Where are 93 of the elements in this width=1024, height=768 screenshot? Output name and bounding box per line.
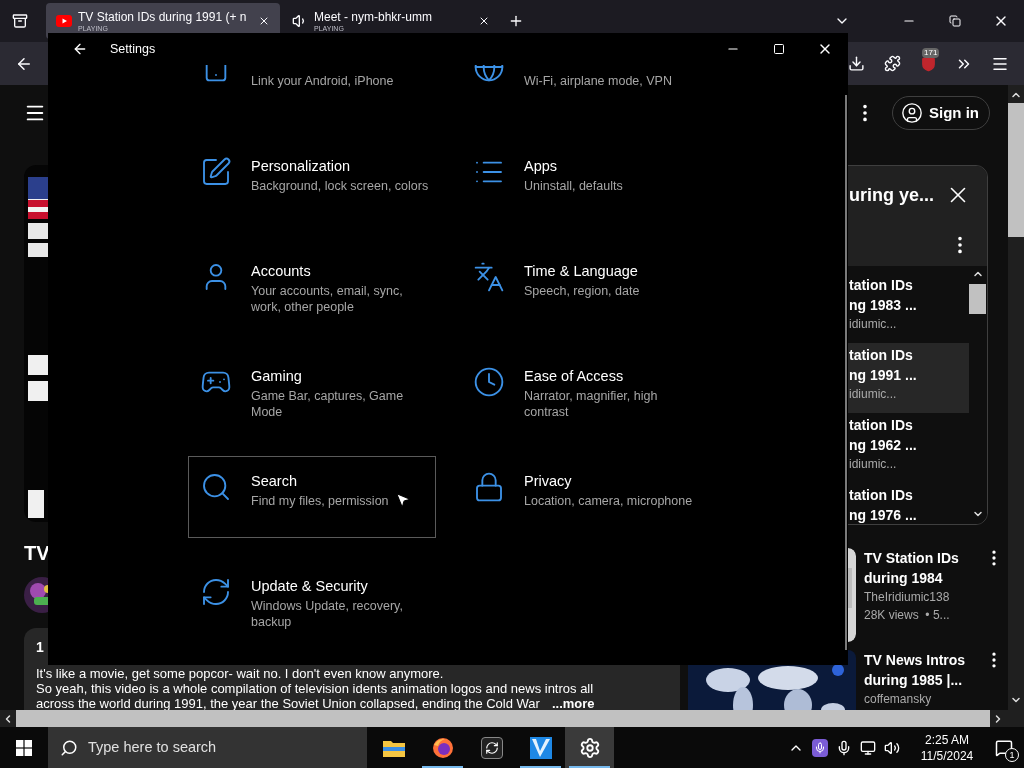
taskbar-search-field[interactable]: Type here to search [48, 727, 367, 768]
window-title: Settings [110, 40, 156, 58]
shield-icon [919, 55, 937, 72]
channel-name: idiumic... [849, 316, 898, 333]
category-description: Speech, region, date [524, 283, 640, 299]
channel-name: coffemansky [864, 691, 933, 708]
video-description: It's like a movie, get some popcor- wait no. I don't even know anymore. So yeah, this video is a whole compilation of television idents animation logos and news intros all across the world during 1991, the year the Soviet Union collapsed, ending the Cold War ...more [36, 666, 596, 710]
video-title: TV News Intros during 1985 |... [864, 651, 967, 690]
category-title: Time & Language [524, 262, 639, 281]
video-title: TV [24, 541, 51, 565]
settings-icon [578, 736, 601, 759]
channel-name: TheIridiumic138 [864, 589, 951, 606]
settings-category[interactable]: Time & Language Speech, region, date [461, 246, 709, 328]
clock-date: 11/5/2024 [920, 747, 974, 764]
item-title: tation IDs ng 1976 ... [849, 486, 918, 524]
category-description: Uninstall, defaults [524, 178, 623, 194]
settings-category[interactable]: Wi-Fi, airplane mode, VPN [461, 65, 709, 118]
sync-app-icon [480, 736, 503, 759]
tab-title: Meet - nym-bhkr-umm [314, 9, 433, 24]
category-title: Search [251, 472, 298, 491]
category-title: Apps [524, 157, 559, 176]
settings-category[interactable]: Apps Uninstall, defaults [461, 141, 709, 223]
category-description: Link your Android, iPhone [251, 73, 394, 89]
tab-list-icon [12, 13, 28, 29]
video-meta: 28K views • 5... [864, 607, 951, 624]
maximize-icon [773, 43, 785, 55]
folder-icon [382, 738, 405, 757]
settings-category[interactable]: Privacy Location, camera, microphone [461, 456, 709, 538]
lock-icon [473, 471, 505, 503]
category-description: Location, camera, microphone [524, 493, 693, 509]
channel-name: idiumic... [849, 386, 898, 403]
search-icon [200, 471, 232, 503]
refresh-icon [200, 576, 232, 608]
settings-category[interactable]: Personalization Background, lock screen, colors [188, 141, 436, 223]
category-title: Privacy [524, 472, 573, 491]
taskbar-app-button[interactable] [565, 727, 614, 768]
pen-icon [200, 156, 232, 188]
search-icon [60, 738, 78, 757]
view-count: 1 [36, 638, 45, 656]
notification-icon [995, 738, 1013, 757]
category-title: Personalization [251, 157, 352, 176]
count-badge: 171 [922, 47, 940, 58]
category-description: Windows Update, recovery, backup [251, 598, 403, 630]
video-site-icon [56, 15, 72, 27]
category-description: Find my files, permission [251, 493, 389, 509]
download-icon [847, 55, 865, 72]
notification-badge: 1 [1005, 748, 1019, 762]
restore-icon [949, 15, 961, 27]
windows-logo-icon [16, 739, 32, 756]
scrollbar-thumb[interactable] [969, 284, 986, 314]
plus-icon [508, 13, 524, 29]
blocker-extension-button[interactable]: 171 [910, 47, 946, 80]
channel-name: idiumic... [849, 456, 898, 473]
settings-category[interactable]: Update & Security Windows Update, recovery, backup [188, 561, 436, 643]
clock-icon [473, 366, 505, 398]
category-description: Game Bar, captures, Game Mode [251, 388, 404, 420]
close-tab-icon[interactable] [478, 15, 490, 27]
fox-browser-icon [431, 736, 454, 759]
settings-category[interactable]: Search Find my files, permission [188, 456, 436, 538]
playlist-title: uring ye... [849, 184, 935, 207]
notifications-button[interactable]: 1 [984, 727, 1024, 768]
language-icon [473, 261, 505, 293]
clock-time: 2:25 AM [925, 731, 969, 748]
settings-category[interactable]: Gaming Game Bar, captures, Game Mode [188, 351, 436, 433]
category-title: Ease of Access [524, 367, 625, 386]
category-description: Background, lock screen, colors [251, 178, 429, 194]
user-icon [901, 102, 923, 124]
category-title: Update & Security [251, 577, 369, 596]
more-link[interactable]: ...more [551, 696, 595, 710]
category-title: Accounts [251, 262, 312, 281]
settings-category[interactable]: Accounts Your accounts, email, sync, work, other people [188, 246, 436, 328]
category-description: Narrator, magnifier, high contrast [524, 388, 658, 420]
video-title: TV Station IDs during 1984 [864, 549, 960, 588]
scrollbar-thumb[interactable] [1008, 103, 1024, 237]
item-title: tation IDs ng 1991 ... [849, 346, 918, 385]
item-title: tation IDs ng 1962 ... [849, 416, 918, 455]
puzzle-icon [883, 55, 901, 72]
microphone-icon[interactable] [836, 739, 852, 756]
item-title: tation IDs ng 1983 ... [849, 276, 918, 315]
category-description: Your accounts, email, sync, work, other people [251, 283, 403, 315]
search-placeholder: Type here to search [88, 737, 217, 757]
clock[interactable]: 2:25 AM 11/5/2024 [910, 731, 984, 764]
mouse-pointer-icon [394, 491, 412, 509]
category-title: Gaming [251, 367, 303, 386]
category-description: Wi-Fi, airplane mode, VPN [524, 73, 672, 89]
network-icon[interactable] [860, 739, 876, 756]
settings-category[interactable]: Link your Android, iPhone [188, 65, 436, 118]
film-app-icon [529, 736, 552, 759]
voice-app-icon[interactable] [812, 738, 828, 757]
tab-title: TV Station IDs during 1991 (+ n [78, 9, 248, 24]
settings-category[interactable]: Ease of Access Narrator, magnifier, high contrast [461, 351, 709, 433]
close-tab-icon[interactable] [258, 15, 270, 27]
volume-icon[interactable] [884, 739, 900, 756]
